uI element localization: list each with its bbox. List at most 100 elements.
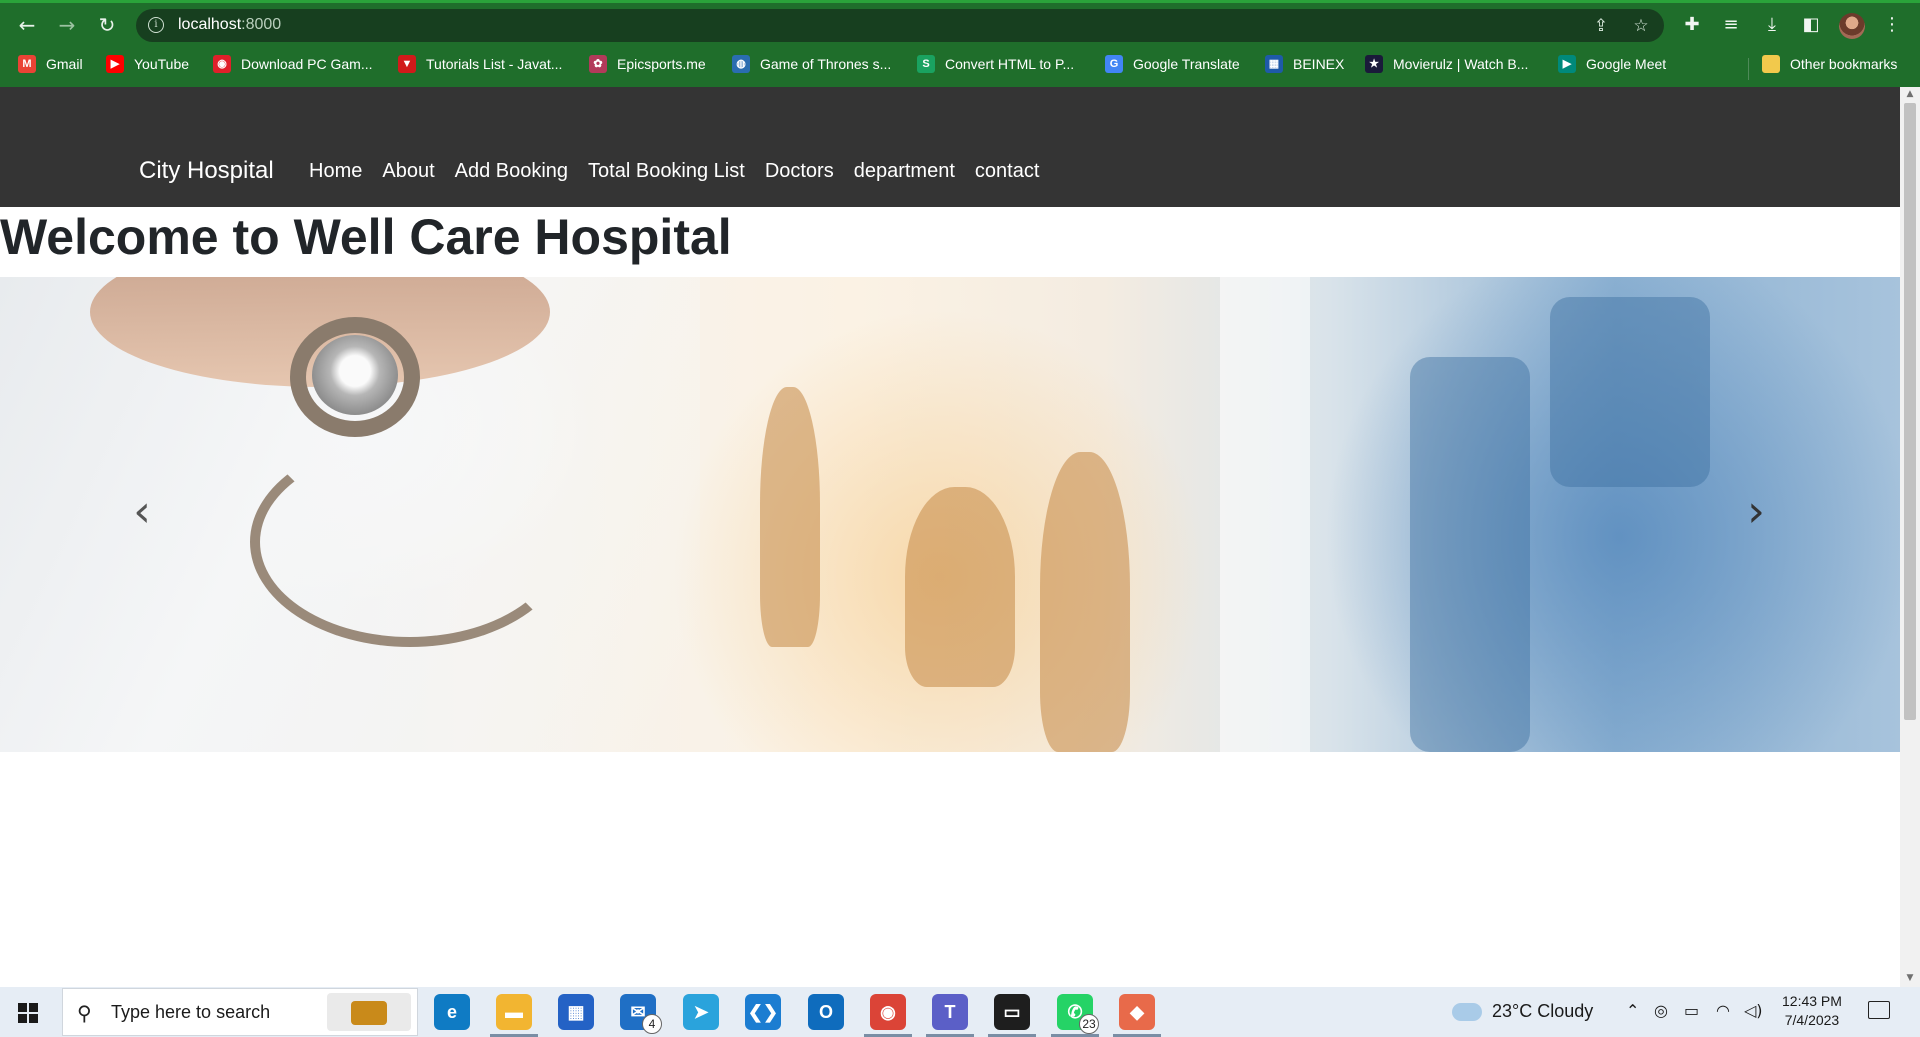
blurred-figure (1410, 357, 1530, 752)
hero-carousel: ‹ › (0, 277, 1900, 752)
edge-icon[interactable]: e (434, 994, 470, 1030)
media-queue-icon[interactable]: ≡ (1719, 13, 1743, 37)
blurred-pillar (1220, 277, 1310, 752)
app-badge: 23 (1079, 1014, 1099, 1034)
carousel-next-icon[interactable]: › (1736, 487, 1776, 537)
javatpoint-icon: ▼ (398, 55, 416, 73)
share-icon[interactable]: ⇪ (1590, 15, 1612, 37)
menu-kebab-icon[interactable]: ⋮ (1880, 13, 1904, 37)
back-icon[interactable]: ← (14, 12, 40, 38)
browser-chrome: ← → ↻ i localhost:8000 ⇪ ☆ ✚ ≡ ⤓ ◧ ⋮ M Gm… (0, 0, 1920, 87)
windows-start-icon[interactable] (18, 1003, 38, 1023)
stethoscope-head-shape (312, 335, 398, 415)
weather-text: 23°C Cloudy (1492, 1001, 1594, 1021)
blurred-window (1550, 297, 1710, 487)
globe-icon: ◍ (732, 55, 750, 73)
bookmark-label: Gmail (46, 56, 83, 72)
nav-link-doctors[interactable]: Doctors (765, 160, 834, 183)
profile-avatar[interactable] (1839, 13, 1865, 39)
nav-link-contact[interactable]: contact (975, 160, 1039, 183)
address-bar[interactable]: i localhost:8000 ⇪ ☆ (136, 9, 1664, 42)
bookmark-item[interactable]: M Gmail (18, 53, 83, 75)
bookmark-item[interactable]: ▶ YouTube (106, 53, 189, 75)
other-bookmarks[interactable]: Other bookmarks (1762, 53, 1897, 75)
bookmark-item[interactable]: ✿ Epicsports.me (589, 53, 706, 75)
system-clock[interactable]: 12:43 PM 7/4/2023 (1782, 992, 1842, 1030)
meet-icon: ▶ (1558, 55, 1576, 73)
git-icon[interactable]: ◆ (1119, 994, 1155, 1030)
search-icon: ⚲ (77, 1001, 92, 1025)
translate-icon: G (1105, 55, 1123, 73)
site-info-icon[interactable]: i (148, 17, 164, 33)
address-row: ← → ↻ i localhost:8000 ⇪ ☆ ✚ ≡ ⤓ ◧ ⋮ (0, 3, 1920, 46)
tray-overflow-icon[interactable]: ⌃ (1626, 1001, 1639, 1020)
teams-icon[interactable]: T (932, 994, 968, 1030)
epicsports-icon: ✿ (589, 55, 607, 73)
bookmark-item[interactable]: S Convert HTML to P... (917, 53, 1074, 75)
movierulz-icon: ★ (1365, 55, 1383, 73)
bookmark-item[interactable]: ▼ Tutorials List - Javat... (398, 53, 562, 75)
battery-icon[interactable]: ▭ (1684, 1001, 1699, 1020)
nav-link-department[interactable]: department (854, 160, 955, 183)
wifi-icon[interactable]: ◠ (1716, 1001, 1730, 1020)
page-scrollbar[interactable]: ▲ ▼ (1900, 87, 1920, 987)
reload-icon[interactable]: ↻ (94, 12, 120, 38)
nav-links: Home About Add Booking Total Booking List Do… (309, 160, 1059, 183)
vscode-icon[interactable]: ❮❯ (745, 994, 781, 1030)
notification-icon[interactable] (1868, 1001, 1890, 1019)
bookmark-item[interactable]: ▦ BEINEX (1265, 53, 1344, 75)
other-bookmarks-label: Other bookmarks (1790, 56, 1898, 72)
page-viewport: City Hospital Home About Add Booking Total … (0, 87, 1900, 987)
url-text[interactable]: localhost:8000 (178, 16, 281, 34)
nav-link-about[interactable]: About (382, 160, 434, 183)
side-panel-icon[interactable]: ◧ (1799, 13, 1823, 37)
search-highlight-icon[interactable] (327, 993, 411, 1031)
nav-link-add-booking[interactable]: Add Booking (455, 160, 568, 183)
bookmark-item[interactable]: G Google Translate (1105, 53, 1240, 75)
site-brand[interactable]: City Hospital (139, 157, 274, 185)
bookmark-item[interactable]: ◍ Game of Thrones s... (732, 53, 891, 75)
bookmark-item[interactable]: ★ Movierulz | Watch B... (1365, 53, 1528, 75)
outlook-icon[interactable]: O (808, 994, 844, 1030)
store-icon[interactable]: ▦ (558, 994, 594, 1030)
scroll-down-icon[interactable]: ▼ (1904, 973, 1916, 983)
bookmark-item[interactable]: ◉ Download PC Gam... (213, 53, 373, 75)
bookmark-label: BEINEX (1293, 56, 1345, 72)
bookmark-item[interactable]: ▶ Google Meet (1558, 53, 1666, 75)
bookmark-label: YouTube (134, 56, 190, 72)
scroll-thumb[interactable] (1904, 103, 1916, 720)
bookmark-label: Google Meet (1586, 56, 1667, 72)
bookmark-label: Download PC Gam... (241, 56, 373, 72)
forward-icon[interactable]: → (54, 12, 80, 38)
meet-now-icon[interactable]: ◎ (1654, 1001, 1668, 1020)
app-badge: 4 (642, 1014, 662, 1034)
extensions-icon[interactable]: ✚ (1680, 13, 1704, 37)
nav-link-total-booking-list[interactable]: Total Booking List (588, 160, 745, 183)
chrome-icon[interactable]: ◉ (870, 994, 906, 1030)
scroll-up-icon[interactable]: ▲ (1904, 89, 1916, 99)
youtube-icon: ▶ (106, 55, 124, 73)
page-heading: Welcome to Well Care Hospital (0, 209, 732, 265)
volume-icon[interactable]: ◁) (1744, 1001, 1763, 1020)
file-explorer-icon[interactable]: ▬ (496, 994, 532, 1030)
windows-taskbar: ⚲ Type here to search e ▬ ▦ ✉ 4 ➤ ❮❯ O ◉ T ▭ ✆ 23 ◆ 2… (0, 987, 1920, 1037)
telegram-icon[interactable]: ➤ (683, 994, 719, 1030)
nav-link-home[interactable]: Home (309, 160, 362, 183)
site-navbar: City Hospital Home About Add Booking Total … (0, 87, 1900, 207)
bookmark-label: Movierulz | Watch B... (1393, 56, 1529, 72)
silhouette-wheelchair (905, 487, 1015, 687)
bookmarks-bar: M Gmail ▶ YouTube ◉ Download PC Gam... ▼ Tutori… (0, 46, 1920, 82)
weather-widget[interactable]: 23°C Cloudy (1452, 1001, 1593, 1022)
stethoscope-tube-shape (250, 437, 570, 647)
game-icon: ◉ (213, 55, 231, 73)
convert-icon: S (917, 55, 935, 73)
taskbar-search[interactable]: ⚲ Type here to search (62, 988, 418, 1036)
bookmark-star-icon[interactable]: ☆ (1630, 15, 1652, 37)
downloads-icon[interactable]: ⤓ (1760, 13, 1784, 37)
cloud-icon (1452, 1002, 1482, 1021)
terminal-icon[interactable]: ▭ (994, 994, 1030, 1030)
carousel-prev-icon[interactable]: ‹ (122, 487, 162, 537)
bookmark-label: Google Translate (1133, 56, 1240, 72)
bookmark-label: Tutorials List - Javat... (426, 56, 563, 72)
bookmark-label: Convert HTML to P... (945, 56, 1075, 72)
